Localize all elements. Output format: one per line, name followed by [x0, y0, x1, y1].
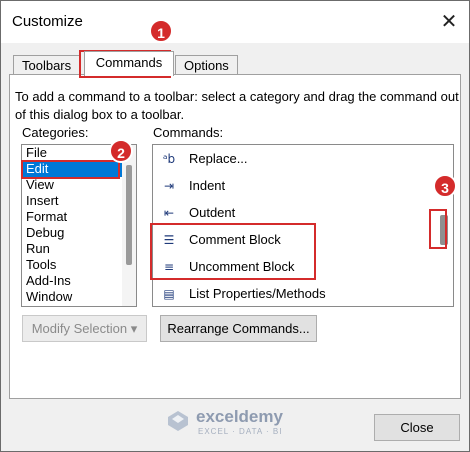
instruction-text: To add a command to a toolbar: select a … — [15, 89, 459, 122]
command-label: Indent — [189, 178, 226, 193]
exceldemy-logo-icon — [168, 411, 188, 431]
watermark: exceldemy EXCEL · DATA · BI — [166, 405, 326, 441]
command-label: List Properties/Methods — [189, 286, 326, 301]
comment-block-icon: ☰ — [163, 233, 175, 247]
commands-scrollbar[interactable] — [435, 145, 453, 306]
categories-label: Categories: — [22, 125, 89, 140]
category-item[interactable]: Edit — [22, 161, 122, 177]
command-item[interactable]: ≡ Uncomment Block — [153, 253, 433, 280]
close-icon[interactable]: ✕ — [437, 9, 461, 35]
command-label: Uncomment Block — [189, 259, 295, 274]
command-label: Comment Block — [189, 232, 281, 247]
category-item[interactable]: Run — [22, 241, 136, 257]
title-bar: Customize ✕ — [1, 1, 469, 43]
modify-selection-button[interactable]: Modify Selection ▾ — [22, 315, 147, 342]
category-item[interactable]: Insert — [22, 193, 136, 209]
step-badge-3: 3 — [433, 174, 457, 198]
watermark-name: exceldemy — [196, 407, 283, 426]
close-button[interactable]: Close — [374, 414, 460, 441]
step-badge-1: 1 — [149, 19, 173, 43]
step-badge-2: 2 — [109, 139, 133, 163]
category-item[interactable]: Tools — [22, 257, 136, 273]
categories-list[interactable]: File Edit View Insert Format Debug Run Tools Add… — [21, 144, 137, 307]
rearrange-commands-button[interactable]: Rearrange Commands... — [160, 315, 317, 342]
uncomment-block-icon: ≡ — [163, 260, 175, 274]
list-properties-icon: ▤ — [163, 287, 175, 301]
command-item[interactable]: ▤ List Properties/Methods — [153, 280, 433, 306]
tab-strip: Toolbars Commands Options — [9, 51, 461, 76]
tab-commands[interactable]: Commands — [84, 51, 174, 76]
indent-icon: ⇥ — [163, 179, 175, 193]
commands-label: Commands: — [153, 125, 224, 140]
command-item[interactable]: ⇤ Outdent — [153, 199, 433, 226]
tab-toolbars[interactable]: Toolbars — [13, 55, 81, 75]
command-item[interactable]: ᵃb Replace... — [153, 145, 433, 172]
customize-dialog: Customize ✕ Toolbars Commands Options To… — [0, 0, 470, 452]
dropdown-arrow-icon: ▾ — [130, 321, 138, 336]
category-item[interactable]: Add-Ins — [22, 273, 136, 289]
category-item[interactable]: Debug — [22, 225, 136, 241]
categories-scroll-thumb[interactable] — [126, 165, 132, 265]
tab-options[interactable]: Options — [175, 55, 238, 75]
command-item[interactable]: ⇥ Indent — [153, 172, 433, 199]
categories-scrollbar[interactable] — [122, 145, 136, 306]
command-item[interactable]: ☰ Comment Block — [153, 226, 433, 253]
category-item[interactable]: View — [22, 177, 136, 193]
category-item[interactable]: Window — [22, 289, 136, 305]
command-label: Outdent — [189, 205, 236, 220]
outdent-icon: ⇤ — [163, 206, 175, 220]
commands-scroll-thumb[interactable] — [440, 215, 448, 245]
category-item[interactable]: Format — [22, 209, 136, 225]
command-label: Replace... — [189, 151, 248, 166]
watermark-tagline: EXCEL · DATA · BI — [198, 427, 283, 436]
commands-list[interactable]: ᵃb Replace... ⇥ Indent ⇤ Outdent ☰ Comment Bloc… — [152, 144, 454, 307]
dialog-title: Customize — [12, 13, 83, 30]
modify-selection-label: Modify Selection — [31, 321, 128, 336]
replace-icon: ᵃb — [162, 152, 176, 166]
